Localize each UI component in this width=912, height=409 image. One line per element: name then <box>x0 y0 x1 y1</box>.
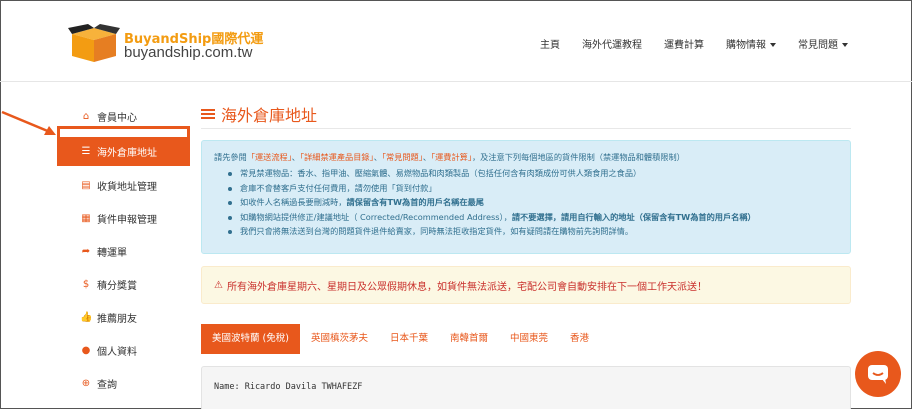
info-intro: 請先參閱「運送流程」、「詳細禁運產品目錄」、「常見問題」、「運費計算」，及注意下… <box>214 151 838 163</box>
sidebar-item-address-management[interactable]: ▤ 收貨地址管理 <box>60 169 190 202</box>
sidebar-item-label: 轉運單 <box>97 248 127 259</box>
annotation-arrow-icon <box>1 110 56 135</box>
title-divider <box>201 128 851 129</box>
info-intro-tail: ，及注意下列每個地區的貨件限制（禁運物品和體積限制） <box>471 152 685 162</box>
sidebar-item-label: 收貨地址管理 <box>97 182 157 193</box>
sidebar-item-profile[interactable]: ● 個人資料 <box>60 334 190 367</box>
info-bullet: 如購物網站提供修正/建議地址（ Corrected/Recommended Ad… <box>228 210 838 225</box>
warning-text: 所有海外倉庫星期六、星期日及公眾假期休息，如貨件無法派送，宅配公司會自動安排在下… <box>226 281 707 293</box>
sidebar-item-label: 推薦朋友 <box>97 314 137 325</box>
sidebar-item-forwarding[interactable]: ➦ 轉運單 <box>60 235 190 268</box>
info-bullet: 常見禁運物品：香水、指甲油、壓縮氣體、易燃物品和肉類製品（包括任何含有肉類成份可… <box>228 166 838 181</box>
link-prohibited-items[interactable]: 「詳細禁運產品目錄」 <box>300 152 374 162</box>
info-separator: 、 <box>291 152 300 162</box>
thumbs-up-icon: 👍 <box>80 312 93 323</box>
nav-shipping-calc-label: 運費計算 <box>664 40 704 51</box>
nav-shopping-info[interactable]: 購物情報 <box>726 36 776 51</box>
tab-usa-portland[interactable]: 美國波特蘭 (免稅) <box>201 324 300 354</box>
list-icon <box>201 107 215 121</box>
sidebar-item-label: 個人資料 <box>97 347 137 358</box>
tab-uk[interactable]: 英國槙茨茅夫 <box>300 324 379 354</box>
address-card-icon: ▤ <box>81 180 91 191</box>
info-bullet-text: 我們只會將無法送到台灣的問題貨件退件給賣家，同時無法拒收指定貨件，如有疑問請在購… <box>240 226 634 236</box>
sidebar-item-rewards[interactable]: $ 積分獎賞 <box>60 268 190 301</box>
sidebar-item-declarations[interactable]: ▦ 貨件申報管理 <box>60 202 190 235</box>
info-bullet-text: 如收件人名稱過長要刪減時， <box>240 197 347 207</box>
address-name-line[interactable]: Name: Ricardo Davila TWHAFEZF <box>214 382 362 392</box>
holiday-warning: ⚠ 所有海外倉庫星期六、星期日及公眾假期休息，如貨件無法派送，宅配公司會自動安排… <box>201 266 851 304</box>
info-bullet-bold: 請不要選擇，請用自行輸入的地址（保留含有TW為首的用戶名稱） <box>511 211 756 222</box>
caret-down-icon <box>770 43 776 47</box>
home-icon: ⌂ <box>82 111 90 122</box>
nav-tutorial-label: 海外代運教程 <box>582 40 642 51</box>
info-alert: 請先參閱「運送流程」、「詳細禁運產品目錄」、「常見問題」、「運費計算」，及注意下… <box>201 140 851 254</box>
info-bullet-text: 常見禁運物品：香水、指甲油、壓縮氣體、易燃物品和肉類製品（包括任何含有肉類成份可… <box>240 168 642 178</box>
lifebuoy-icon: ⊕ <box>81 378 91 389</box>
tab-japan-chiba[interactable]: 日本千葉 <box>379 324 439 354</box>
nav-faq[interactable]: 常見問題 <box>798 36 848 51</box>
tab-hong-kong[interactable]: 香港 <box>559 324 600 354</box>
nav-home-label: 主頁 <box>540 40 560 51</box>
caret-down-icon <box>842 43 848 47</box>
nav-faq-label: 常見問題 <box>798 40 838 51</box>
sidebar-item-label: 查詢 <box>97 380 117 391</box>
info-separator: 、 <box>422 152 432 162</box>
info-separator: 、 <box>373 152 382 162</box>
chat-button[interactable] <box>855 351 901 397</box>
nav-home[interactable]: 主頁 <box>540 36 560 51</box>
sidebar-item-enquiry[interactable]: ⊕ 查詢 <box>60 367 190 400</box>
tab-china-dongguan[interactable]: 中國東莞 <box>499 324 559 354</box>
site-logo[interactable]: BuyandShip國際代運 buyandship.com.tw <box>68 18 268 68</box>
info-bullet: 我們只會將無法送到台灣的問題貨件退件給賣家，同時無法拒收指定貨件，如有疑問請在購… <box>228 224 838 239</box>
link-faq[interactable]: 「常見問題」 <box>382 152 423 162</box>
tab-korea-seoul[interactable]: 南韓首爾 <box>439 324 499 354</box>
link-shipping-calc[interactable]: 「運費計算」 <box>431 152 472 162</box>
link-shipping-process[interactable]: 「運送流程」 <box>247 152 292 162</box>
sidebar-item-label: 積分獎賞 <box>97 281 137 292</box>
warehouse-address-panel: Name: Ricardo Davila TWHAFEZF <box>201 366 851 409</box>
chat-icon <box>868 365 888 384</box>
info-bullet: 倉庫不會替客戶支付任何費用，請勿使用「貨到付款」 <box>228 181 838 196</box>
info-intro-text: 請先參閱 <box>214 152 247 162</box>
sidebar-item-label: 貨件申報管理 <box>97 215 157 226</box>
info-bullet-list: 常見禁運物品：香水、指甲油、壓縮氣體、易燃物品和肉類製品（包括任何含有肉類成份可… <box>214 166 838 239</box>
box-logo-icon <box>68 24 120 62</box>
page-title: 海外倉庫地址 <box>201 102 317 126</box>
dollar-icon: $ <box>82 279 90 290</box>
logo-url: buyandship.com.tw <box>124 44 253 61</box>
info-bullet-bold: 請保留含有TW為首的用戶名稱在最尾 <box>346 197 484 207</box>
user-icon: ● <box>81 345 91 356</box>
annotation-highlight-box <box>57 126 190 166</box>
nav-tutorial[interactable]: 海外代運教程 <box>582 36 642 51</box>
info-bullet: 如收件人名稱過長要刪減時，請保留含有TW為首的用戶名稱在最尾 <box>228 195 838 210</box>
warning-icon: ⚠ <box>214 279 223 291</box>
list-alt-icon: ▦ <box>81 213 91 224</box>
sidebar-item-label: 會員中心 <box>97 113 137 124</box>
nav-shopping-info-label: 購物情報 <box>726 40 766 51</box>
info-bullet-text: 倉庫不會替客戶支付任何費用，請勿使用「貨到付款」 <box>240 182 437 193</box>
site-header: BuyandShip國際代運 buyandship.com.tw 主頁 海外代運… <box>0 0 912 82</box>
main-nav: 主頁 海外代運教程 運費計算 購物情報 常見問題 <box>540 36 870 51</box>
info-bullet-text: 如購物網站提供修正/建議地址（ Corrected/Recommended Ad… <box>240 211 512 222</box>
page-title-text: 海外倉庫地址 <box>221 106 318 125</box>
share-icon: ➦ <box>81 246 91 257</box>
sidebar-item-referral[interactable]: 👍 推薦朋友 <box>60 301 190 334</box>
nav-shipping-calc[interactable]: 運費計算 <box>664 36 704 51</box>
warehouse-tabs: 美國波特蘭 (免稅) 英國槙茨茅夫 日本千葉 南韓首爾 中國東莞 香港 <box>201 324 600 354</box>
